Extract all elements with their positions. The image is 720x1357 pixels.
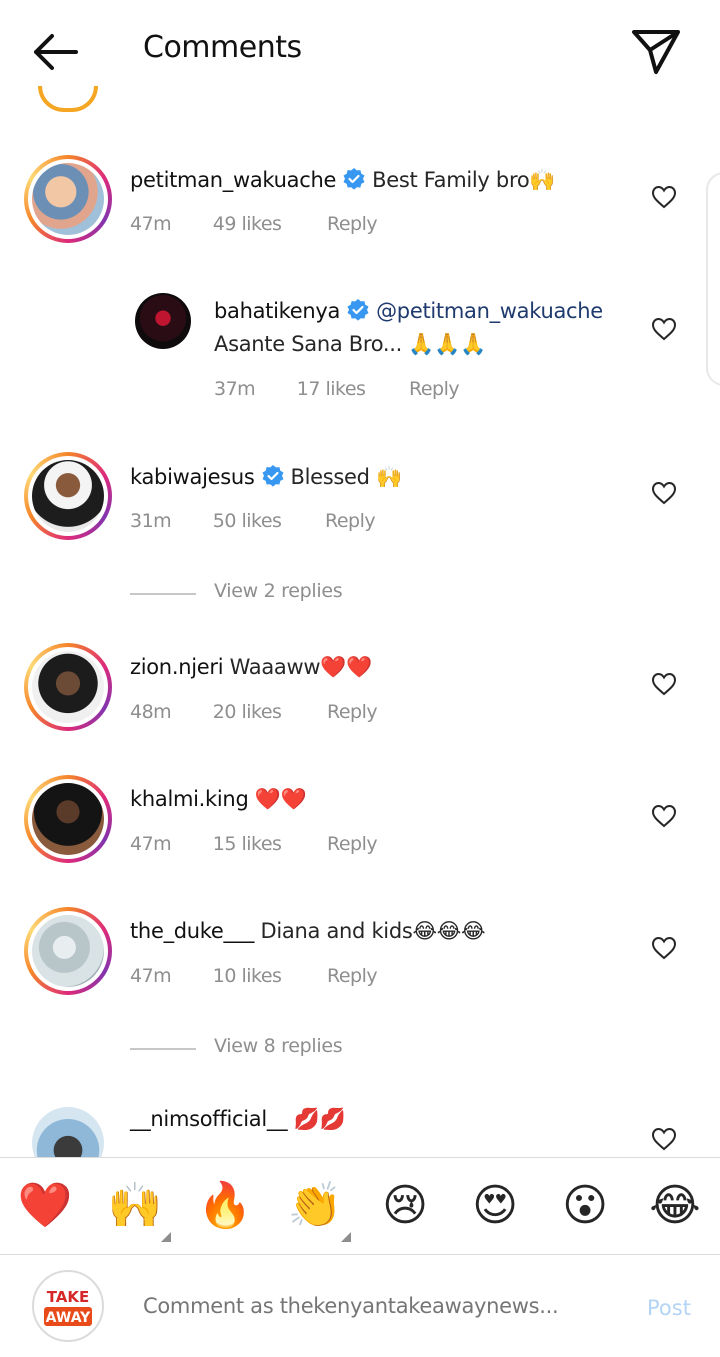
comment-text: 💋💋 xyxy=(293,1107,346,1131)
comment-text: Waaaww❤️❤️ xyxy=(229,655,373,679)
comment-item: the_duke___ Diana and kids😂😂😂 47m 10 lik… xyxy=(0,907,720,1007)
comment-item: __nimsofficial__ 💋💋 xyxy=(0,1105,720,1157)
comment-likes[interactable]: 15 likes xyxy=(213,833,282,855)
verified-badge-icon xyxy=(347,299,369,321)
logo-line1: TAKE xyxy=(47,1288,90,1306)
view-replies-label: View 2 replies xyxy=(214,580,343,602)
partial-avatar xyxy=(38,86,98,112)
heart-outline-icon[interactable] xyxy=(651,804,677,828)
heart-outline-icon[interactable] xyxy=(651,936,677,960)
comment-time: 48m xyxy=(130,701,172,723)
comment-item: kabiwajesus Blessed 🙌 31m 50 likes Reply xyxy=(0,452,720,562)
avatar[interactable] xyxy=(24,155,112,243)
avatar[interactable] xyxy=(24,775,112,863)
emoji-heart-button[interactable]: ❤️ xyxy=(15,1176,75,1236)
reply-button[interactable]: Reply xyxy=(327,701,378,723)
heart-outline-icon[interactable] xyxy=(651,185,677,209)
comment-text: ❤️❤️ xyxy=(254,787,307,811)
post-button[interactable]: Post xyxy=(647,1296,691,1320)
avatar[interactable] xyxy=(32,1107,104,1157)
mention-link[interactable]: @petitman_wakuache xyxy=(376,299,603,323)
comment-likes[interactable]: 50 likes xyxy=(213,510,282,532)
view-replies-button[interactable]: View 2 replies xyxy=(130,580,430,610)
divider xyxy=(130,593,196,595)
view-replies-button[interactable]: View 8 replies xyxy=(130,1035,430,1065)
comment-username[interactable]: bahatikenya xyxy=(214,299,340,323)
quick-emoji-bar: ❤️ 🙌 🔥 👏 😢 😍 😮 😂 xyxy=(0,1157,720,1255)
comment-input[interactable] xyxy=(143,1294,603,1318)
page-title: Comments xyxy=(143,30,302,65)
emoji-heart-eyes-button[interactable]: 😍 xyxy=(465,1176,525,1236)
comment-time: 47m xyxy=(130,833,172,855)
view-replies-label: View 8 replies xyxy=(214,1035,343,1057)
comment-username[interactable]: __nimsofficial__ xyxy=(130,1107,288,1131)
comment-text: Blessed 🙌 xyxy=(290,465,403,489)
paper-plane-icon[interactable] xyxy=(628,26,684,76)
comment-likes[interactable]: 10 likes xyxy=(213,965,282,987)
comment-text: Best Family bro🙌 xyxy=(372,168,556,192)
reply-item: bahatikenya @petitman_wakuache Asante San… xyxy=(0,290,720,410)
avatar[interactable] xyxy=(135,293,191,349)
divider xyxy=(130,1048,196,1050)
emoji-laughing-button[interactable]: 😂 xyxy=(645,1176,705,1236)
reply-button[interactable]: Reply xyxy=(327,213,378,235)
comment-text: Diana and kids😂😂😂 xyxy=(260,919,486,943)
emoji-fire-button[interactable]: 🔥 xyxy=(195,1176,255,1236)
logo-line2: AWAY xyxy=(46,1310,92,1326)
header-bar: Comments xyxy=(0,0,720,100)
comment-username[interactable]: zion.njeri xyxy=(130,655,224,679)
skin-tone-indicator-icon xyxy=(161,1232,171,1242)
verified-badge-icon xyxy=(262,465,284,487)
avatar: TAKE AWAY xyxy=(32,1270,104,1342)
comment-text: Asante Sana Bro... 🙏🙏🙏 xyxy=(214,332,486,356)
comment-username[interactable]: khalmi.king xyxy=(130,787,249,811)
takeaway-logo: TAKE AWAY xyxy=(44,1286,92,1326)
comment-composer: TAKE AWAY Post xyxy=(0,1256,720,1357)
emoji-surprised-button[interactable]: 😮 xyxy=(555,1176,615,1236)
comment-likes[interactable]: 20 likes xyxy=(213,701,282,723)
skin-tone-indicator-icon xyxy=(341,1232,351,1242)
comment-likes[interactable]: 49 likes xyxy=(213,213,282,235)
reply-button[interactable]: Reply xyxy=(327,965,378,987)
comment-time: 37m xyxy=(214,378,256,400)
comment-time: 47m xyxy=(130,213,172,235)
comment-username[interactable]: petitman_wakuache xyxy=(130,168,336,192)
comment-item: petitman_wakuache Best Family bro🙌 47m 49… xyxy=(0,155,720,265)
heart-outline-icon[interactable] xyxy=(651,481,677,505)
comment-time: 31m xyxy=(130,510,172,532)
avatar[interactable] xyxy=(24,907,112,995)
heart-outline-icon[interactable] xyxy=(651,317,677,341)
comment-likes[interactable]: 17 likes xyxy=(297,378,366,400)
reply-button[interactable]: Reply xyxy=(325,510,376,532)
emoji-crying-button[interactable]: 😢 xyxy=(375,1176,435,1236)
avatar[interactable] xyxy=(24,452,112,540)
comment-item: zion.njeri Waaaww❤️❤️ 48m 20 likes Reply xyxy=(0,643,720,743)
heart-outline-icon[interactable] xyxy=(651,672,677,696)
verified-badge-icon xyxy=(343,168,365,190)
avatar[interactable] xyxy=(24,643,112,731)
reply-button[interactable]: Reply xyxy=(409,378,460,400)
comment-username[interactable]: the_duke___ xyxy=(130,919,254,943)
comment-time: 47m xyxy=(130,965,172,987)
comment-username[interactable]: kabiwajesus xyxy=(130,465,255,489)
emoji-clapping-button[interactable]: 👏 xyxy=(285,1176,345,1236)
comment-item: khalmi.king ❤️❤️ 47m 15 likes Reply xyxy=(0,775,720,875)
arrow-left-icon[interactable] xyxy=(28,28,84,76)
emoji-raising-hands-button[interactable]: 🙌 xyxy=(105,1176,165,1236)
heart-outline-icon[interactable] xyxy=(651,1127,677,1151)
reply-button[interactable]: Reply xyxy=(327,833,378,855)
